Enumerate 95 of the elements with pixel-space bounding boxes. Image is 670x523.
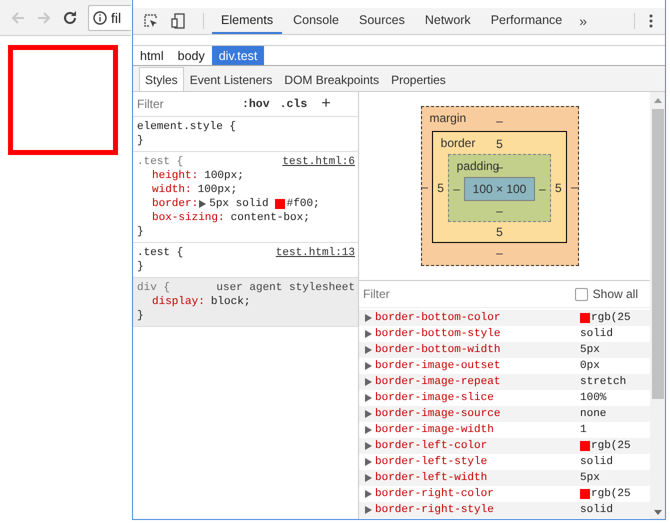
checkbox[interactable] <box>574 288 588 300</box>
box-label: margin <box>430 111 466 125</box>
scrollbar-thumb[interactable] <box>652 109 664 399</box>
menu-icon[interactable] <box>649 14 653 28</box>
filter-field[interactable]: Filter <box>363 287 570 301</box>
expand-icon[interactable] <box>199 200 206 208</box>
computed-value: solid <box>580 504 614 516</box>
computed-value: solid <box>580 328 614 340</box>
box-value: – <box>570 180 579 194</box>
closing-brace: } <box>137 225 145 239</box>
box-value: – <box>538 182 547 196</box>
device-icon[interactable] <box>171 13 185 29</box>
class-button[interactable]: .cls <box>274 98 312 110</box>
computed-value: solid <box>580 456 614 468</box>
css-value: 100px; <box>204 169 244 183</box>
color-swatch[interactable] <box>580 441 590 451</box>
css-selector: div { <box>137 281 170 295</box>
color-swatch[interactable] <box>274 199 285 209</box>
rule-source: user agent stylesheet <box>216 281 355 295</box>
filter-field[interactable]: Filter <box>137 97 237 111</box>
computed-property: border-bottom-width <box>375 344 502 356</box>
computed-property: border-right-color <box>375 488 495 500</box>
tab[interactable]: Event Listeners <box>184 67 278 91</box>
css-value: #f00; <box>286 197 320 211</box>
breadcrumb[interactable]: body <box>170 46 212 65</box>
tab[interactable]: Styles <box>139 67 184 91</box>
color-swatch[interactable] <box>580 489 590 499</box>
css-value: 100px; <box>198 183 238 197</box>
breadcrumb[interactable]: html <box>133 46 171 65</box>
css-property: border: <box>152 197 198 211</box>
box-label: border <box>440 136 476 150</box>
computed-property: border-left-width <box>375 472 488 484</box>
scroll-down-icon[interactable] <box>654 510 662 515</box>
box-value: 5 <box>554 181 563 195</box>
computed-value: rgb(25 <box>591 440 631 452</box>
reload-icon[interactable] <box>62 10 78 26</box>
css-value: content-box; <box>230 211 310 225</box>
computed-value: 5px <box>580 344 600 356</box>
css-property: display: <box>152 295 205 309</box>
more-tabs-button[interactable]: » <box>571 13 596 29</box>
box-value: 5 <box>496 136 503 153</box>
box-value: – <box>452 182 461 196</box>
computed-value: 0px <box>580 360 600 372</box>
css-property: height: <box>152 169 198 183</box>
tab[interactable]: Elements <box>212 8 282 34</box>
tab[interactable]: Properties <box>385 67 452 91</box>
box-value: 5 <box>496 224 503 241</box>
computed-value: rgb(25 <box>591 312 631 324</box>
css-selector: .test { <box>137 155 184 169</box>
source-link[interactable]: test.html:13 <box>276 246 355 260</box>
content-box: 100 × 100 <box>464 177 536 201</box>
computed-property: border-image-width <box>375 424 495 436</box>
computed-property: border-right-style <box>375 504 495 516</box>
computed-property: border-bottom-color <box>375 312 502 324</box>
computed-value: 5px <box>580 472 600 484</box>
checkbox-label: Show all <box>592 287 638 301</box>
breadcrumb[interactable]: div.test <box>212 46 264 65</box>
computed-property: border-left-style <box>375 456 488 468</box>
box-value: – <box>496 203 503 220</box>
css-selector: element.style { <box>137 120 236 134</box>
tab[interactable]: Console <box>284 8 348 34</box>
box-value: 5 <box>436 181 445 195</box>
tab[interactable]: Network <box>416 8 480 34</box>
address-field[interactable]: fil <box>88 4 131 30</box>
computed-property: border-image-outset <box>375 360 502 372</box>
computed-property: border-image-repeat <box>375 376 502 388</box>
computed-property: border-image-source <box>375 408 502 420</box>
computed-value: 100% <box>580 392 606 404</box>
tab[interactable]: Sources <box>350 8 414 34</box>
computed-property: border-left-color <box>375 440 488 452</box>
computed-value: none <box>580 408 606 420</box>
new-rule-button[interactable]: + <box>316 95 336 113</box>
css-value: block; <box>210 295 250 309</box>
closing-brace: } <box>137 134 145 148</box>
box-value: – <box>496 245 503 262</box>
source-link[interactable]: test.html:6 <box>282 155 355 169</box>
computed-value: 1 <box>580 424 587 436</box>
inspect-icon[interactable] <box>143 13 159 29</box>
css-value: 5px solid <box>209 197 269 211</box>
info-icon <box>93 10 107 24</box>
tab[interactable]: DOM Breakpoints <box>278 67 386 91</box>
hover-state-button[interactable]: :hov <box>237 98 275 110</box>
computed-property: border-image-slice <box>375 392 495 404</box>
computed-property: border-bottom-style <box>375 328 502 340</box>
computed-value: rgb(25 <box>591 488 631 500</box>
css-selector: .test { <box>137 246 184 260</box>
css-property: width: <box>152 183 192 197</box>
scrollbar[interactable] <box>650 92 665 519</box>
css-property: box-sizing: <box>152 211 225 225</box>
computed-value: stretch <box>580 376 626 388</box>
color-swatch[interactable] <box>580 313 590 323</box>
closing-brace: } <box>137 260 145 274</box>
tab[interactable]: Performance <box>482 8 572 34</box>
box-value: – <box>496 113 503 130</box>
closing-brace: } <box>137 309 145 323</box>
